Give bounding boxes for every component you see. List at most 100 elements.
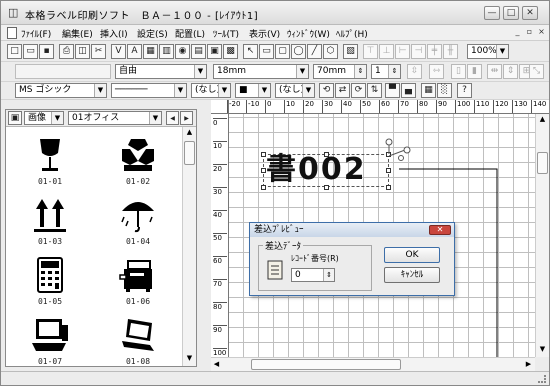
center-h-icon[interactable]: ╪ [427,44,442,59]
menu-edit[interactable]: 編集(E) [62,27,93,40]
menu-insert[interactable]: 挿入(I) [100,27,128,40]
box-right-icon[interactable]: ▮ [467,64,482,79]
char-space-stepper[interactable]: 1 ⇕ [371,64,401,79]
resize-grip-icon[interactable] [538,375,546,383]
poly-icon[interactable]: ⬡ [323,44,338,59]
symbol-item-01-08[interactable]: 01-08 [98,315,178,375]
label-text-object[interactable]: 書002 [261,152,391,190]
menu-view[interactable]: 表示(V) [249,27,280,40]
menu-layout[interactable]: 配置(L) [175,27,205,40]
canvas-vertical-scrollbar[interactable]: ▲ ▼ [535,114,549,357]
nav-prev-button[interactable]: ◀ [166,111,179,125]
spacing-icon[interactable]: ⇳ [407,64,422,79]
cut-icon[interactable]: ✂ [91,44,106,59]
rotate-handle-icon[interactable] [379,136,419,166]
mdi-minimize-button[interactable]: _ [512,27,523,38]
symbol-item-01-07[interactable]: 01-07 [10,315,90,375]
folder-select[interactable]: 01オフィス ▼ [68,111,162,125]
line-style-select[interactable]: ────── ▼ [111,83,187,98]
round-rect-icon[interactable]: ▢ [275,44,290,59]
font-name-select[interactable]: MS ゴシック ▼ [15,83,107,98]
resize-handle[interactable] [261,152,266,157]
dist-v-icon[interactable]: ⇕ [503,64,518,79]
nav-next-button[interactable]: ▶ [180,111,193,125]
resize-handle[interactable] [324,152,329,157]
document-icon[interactable] [7,27,17,39]
spin-arrows-icon[interactable]: ⇕ [323,269,334,281]
ellipse-icon[interactable]: ◯ [291,44,306,59]
shade-icon[interactable]: ░ [437,83,452,98]
rect-icon[interactable]: ▭ [259,44,274,59]
line-icon[interactable]: ╱ [307,44,322,59]
dialog-close-button[interactable]: ✕ [429,225,451,235]
text-width-stepper[interactable]: 70mm ⇕ [313,64,367,79]
symbol-item-01-05[interactable]: 01-05 [10,255,90,315]
scroll-thumb[interactable] [537,152,548,174]
preview-icon[interactable]: ◫ [75,44,90,59]
symbol-item-01-06[interactable]: 01-06 [98,255,178,315]
resize-icon[interactable]: ⤡ [529,64,544,79]
scroll-thumb[interactable] [184,141,195,165]
barcode-icon[interactable]: ▥ [159,44,174,59]
pointer-icon[interactable]: ↖ [243,44,258,59]
pen-color-select[interactable]: ■ ▼ [235,83,271,98]
menu-tools[interactable]: ﾂｰﾙ(T) [213,27,239,40]
mdi-restore-button[interactable]: ▫ [524,27,535,38]
menu-window[interactable]: ｳｨﾝﾄﾞｳ(W) [287,27,330,40]
symbol-item-01-02[interactable]: 01-02 [98,135,178,195]
font-style-select[interactable]: 自由 ▼ [115,64,207,79]
record-number-stepper[interactable]: 0 ⇕ [291,268,335,282]
print-icon[interactable]: ⎙ [59,44,74,59]
table-icon[interactable]: ▤ [191,44,206,59]
fill-pattern-select[interactable]: (なし) ▼ [275,83,315,98]
menu-help[interactable]: ﾍﾙﾌﾟ(H) [336,27,368,40]
help-icon[interactable]: ? [457,83,472,98]
scroll-up-icon[interactable]: ▲ [184,127,195,138]
image-icon[interactable]: ▦ [143,44,158,59]
even-icon[interactable]: ⇿ [429,64,444,79]
font-size-select[interactable]: 18mm ▼ [213,64,309,79]
symbol-item-01-03[interactable]: 01-03 [10,195,90,255]
resize-handle[interactable] [261,185,266,190]
cancel-button[interactable]: ｷｬﾝｾﾙ [384,267,440,283]
flip-icon[interactable]: ⇅ [367,83,382,98]
layout-icon[interactable]: ▧ [343,44,358,59]
mdi-close-button[interactable]: × [536,27,547,38]
align-bottom-icon[interactable]: ⊥ [379,44,394,59]
bring-front-icon[interactable]: ▀ [385,83,400,98]
style-select[interactable] [15,64,111,79]
align-top-icon[interactable]: ⊤ [363,44,378,59]
center-v-icon[interactable]: ╫ [443,44,458,59]
close-button[interactable]: ✕ [522,6,538,20]
symbol-icon[interactable]: ◉ [175,44,190,59]
resize-handle[interactable] [324,185,329,190]
scroll-right-icon[interactable]: ▶ [523,359,534,370]
symbol-item-01-04[interactable]: 01-04 [98,195,178,255]
format-icon[interactable]: Ⅴ [111,44,126,59]
category-select[interactable]: 画像 ▼ [24,111,64,125]
calendar-icon[interactable]: ▩ [223,44,238,59]
maximize-button[interactable]: □ [503,6,519,20]
hatch-icon[interactable]: ▦ [421,83,436,98]
menu-settings[interactable]: 設定(S) [137,27,168,40]
text-icon[interactable]: A [127,44,142,59]
line-none-select[interactable]: (なし) ▼ [191,83,231,98]
open-icon[interactable]: ▭ [23,44,38,59]
scroll-up-icon[interactable]: ▲ [537,114,548,125]
scroll-thumb[interactable] [251,359,401,370]
resize-handle[interactable] [261,168,266,173]
send-back-icon[interactable]: ▄ [401,83,416,98]
scroll-left-icon[interactable]: ◀ [211,359,222,370]
minimize-button[interactable]: — [484,6,500,20]
align-left-icon[interactable]: ⊢ [395,44,410,59]
rotate-icon[interactable]: ⟲ [319,83,334,98]
scroll-down-icon[interactable]: ▼ [537,344,548,355]
box-left-icon[interactable]: ▯ [451,64,466,79]
panel-toggle-icon[interactable]: ▣ [8,111,22,125]
scroll-down-icon[interactable]: ▼ [184,353,195,364]
mirror-icon[interactable]: ⇄ [335,83,350,98]
canvas-horizontal-scrollbar[interactable]: ◀ ▶ [211,357,535,371]
zoom-select[interactable]: 100% ▼ [467,44,509,59]
ok-button[interactable]: OK [384,247,440,263]
symbol-item-01-01[interactable]: 01-01 [10,135,90,195]
